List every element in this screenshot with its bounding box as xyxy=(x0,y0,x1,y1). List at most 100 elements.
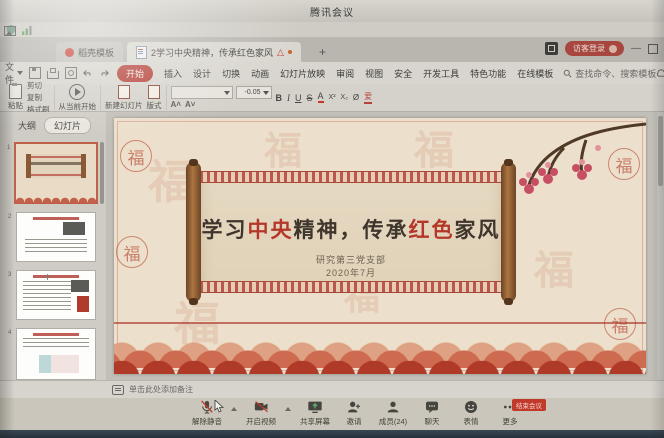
start-video-label: 开启视频 xyxy=(246,416,276,427)
tab-current-document[interactable]: 2学习中央精神，传承红色家风 △ xyxy=(127,42,301,62)
restore-button[interactable] xyxy=(648,44,658,54)
layout-icon xyxy=(148,85,160,99)
ribbon-tab-insert[interactable]: 插入 xyxy=(164,67,182,80)
new-slide-button[interactable]: 新建幻灯片 xyxy=(105,85,143,111)
search-placeholder: 查找命令、搜索模板 xyxy=(575,67,656,80)
font-color-button[interactable]: A xyxy=(318,92,324,103)
mic-options-caret[interactable] xyxy=(231,407,237,411)
fu-watermark: 福 xyxy=(534,238,574,296)
end-meeting-button[interactable]: 结束会议 xyxy=(512,399,546,411)
screen-bezel xyxy=(0,430,664,438)
thumb4-title-line xyxy=(33,333,79,336)
canvas-scrollbar[interactable] xyxy=(657,112,664,380)
slide-thumbnail-1[interactable]: 1 xyxy=(14,142,98,204)
current-slide[interactable]: 福 福 福 福 福 福 福 福 福 福 xyxy=(114,118,646,374)
add-slide-button[interactable]: + xyxy=(44,270,51,284)
strikethrough-button[interactable]: S xyxy=(307,93,313,103)
cut-button[interactable]: 剪切 xyxy=(27,80,50,91)
slide-title[interactable]: 学习中央精神，传承红色家风 xyxy=(186,214,516,244)
ribbon-tab-view[interactable]: 视图 xyxy=(365,67,383,80)
italic-button[interactable]: I xyxy=(287,93,290,103)
tab-docer-templates[interactable]: 稻壳模板 xyxy=(56,42,123,62)
thumb3-title-line xyxy=(33,275,79,278)
ribbon-tab-templates[interactable]: 在线模板 xyxy=(517,67,553,80)
outline-tab[interactable]: 大纲 xyxy=(18,119,36,132)
more-label: 更多 xyxy=(503,416,518,427)
search-icon xyxy=(563,69,572,78)
guest-login-button[interactable]: 访客登录 xyxy=(565,41,624,56)
ribbon-tab-transition[interactable]: 切换 xyxy=(222,67,240,80)
font-size-value: -0.05 xyxy=(245,89,261,96)
layout-button[interactable]: 版式 xyxy=(147,85,162,111)
underline-button[interactable]: U xyxy=(295,93,302,103)
ribbon-tab-devtools[interactable]: 开发工具 xyxy=(423,67,459,80)
slide-thumbnail-3[interactable]: 3 xyxy=(16,270,96,320)
share-screen-button[interactable]: 共享屏幕 xyxy=(300,399,330,427)
subscript-button[interactable]: X₂ xyxy=(341,94,348,101)
sidebar-tabs: 大纲 幻灯片 xyxy=(0,112,106,137)
slides-tab[interactable]: 幻灯片 xyxy=(44,117,91,134)
redo-icon[interactable] xyxy=(99,68,109,78)
ribbon-tab-slideshow[interactable]: 幻灯片放映 xyxy=(280,67,325,80)
wps-menubar: 文件 开始 插入 设计 切换 动画 幻灯片放映 审阅 视图 安全 开发工具 特色… xyxy=(0,62,664,84)
video-options-caret[interactable] xyxy=(285,407,291,411)
slide-number: 4 xyxy=(8,330,11,336)
thumb3-text-lines xyxy=(23,281,71,313)
workspace-icon[interactable] xyxy=(545,42,558,55)
text-effect-button[interactable]: 爱 xyxy=(364,91,372,104)
new-tab-button[interactable]: + xyxy=(313,42,332,62)
notes-placeholder: 单击此处添加备注 xyxy=(129,384,193,395)
members-button[interactable]: 成员(24) xyxy=(378,399,408,427)
font-size-combo[interactable]: -0.05 xyxy=(236,86,272,99)
chat-label: 聊天 xyxy=(425,416,440,427)
emoji-button[interactable]: 表情 xyxy=(456,399,486,427)
bold-button[interactable]: B xyxy=(276,93,283,103)
ribbon-tab-home[interactable]: 开始 xyxy=(117,65,153,82)
ribbon-tab-animation[interactable]: 动画 xyxy=(251,67,269,80)
slide-thumbnail-2[interactable]: 2 xyxy=(16,212,96,262)
slide-thumbnail-4[interactable]: 4 xyxy=(16,328,96,380)
shrink-font-button[interactable]: A˅ xyxy=(185,100,195,109)
sync-status[interactable]: 未同步 xyxy=(656,67,664,80)
slide-subtitle-org[interactable]: 研究第三党支部 xyxy=(186,253,516,266)
slide-group: 新建幻灯片 版式 xyxy=(101,85,167,110)
slide-subtitle-date[interactable]: 2020年7月 xyxy=(186,266,516,279)
clear-format-button[interactable]: Ø xyxy=(353,93,359,102)
thumb1-title-line xyxy=(30,162,82,165)
emoji-icon xyxy=(463,399,479,415)
thumb1-scroll-graphic xyxy=(26,154,86,178)
save-icon[interactable] xyxy=(29,67,41,79)
grow-font-button[interactable]: A˄ xyxy=(171,100,181,109)
slide-number: 3 xyxy=(8,272,11,278)
ribbon-tab-features[interactable]: 特色功能 xyxy=(470,67,506,80)
print-preview-icon[interactable] xyxy=(65,67,77,79)
docer-icon xyxy=(65,48,74,57)
sidebar-scrollbar[interactable] xyxy=(100,142,104,204)
paste-button[interactable]: 粘贴 xyxy=(8,84,23,111)
picture-icon[interactable] xyxy=(4,26,16,36)
ribbon-tab-security[interactable]: 安全 xyxy=(394,67,412,80)
tab-document-label: 2学习中央精神，传承红色家风 xyxy=(151,46,273,59)
new-slide-icon xyxy=(118,85,130,99)
copy-button[interactable]: 复制 xyxy=(27,92,50,103)
minimize-button[interactable]: — xyxy=(631,43,641,54)
cloud-wave-graphic xyxy=(114,328,646,374)
play-from-current-button[interactable]: 从当前开始 xyxy=(59,84,97,112)
start-video-button[interactable]: 开启视频 xyxy=(246,399,276,427)
superscript-button[interactable]: X² xyxy=(329,94,336,101)
thumb2-text-lines xyxy=(25,239,87,255)
unmute-label: 解除静音 xyxy=(192,416,222,427)
slide-number: 1 xyxy=(7,145,10,151)
print-icon[interactable] xyxy=(47,71,59,79)
command-search[interactable]: 查找命令、搜索模板 xyxy=(563,67,656,80)
undo-icon[interactable] xyxy=(83,68,93,78)
warning-icon: △ xyxy=(277,48,284,57)
ribbon-tab-design[interactable]: 设计 xyxy=(193,67,211,80)
notes-bar[interactable]: 单击此处添加备注 xyxy=(0,380,664,398)
font-name-combo[interactable] xyxy=(171,86,233,99)
ribbon-tab-review[interactable]: 审阅 xyxy=(336,67,354,80)
invite-button[interactable]: 邀请 xyxy=(339,399,369,427)
play-icon xyxy=(69,84,85,100)
meeting-buttons: 解除静音 开启视频 共享屏幕 xyxy=(192,399,525,427)
chat-button[interactable]: 聊天 xyxy=(417,399,447,427)
